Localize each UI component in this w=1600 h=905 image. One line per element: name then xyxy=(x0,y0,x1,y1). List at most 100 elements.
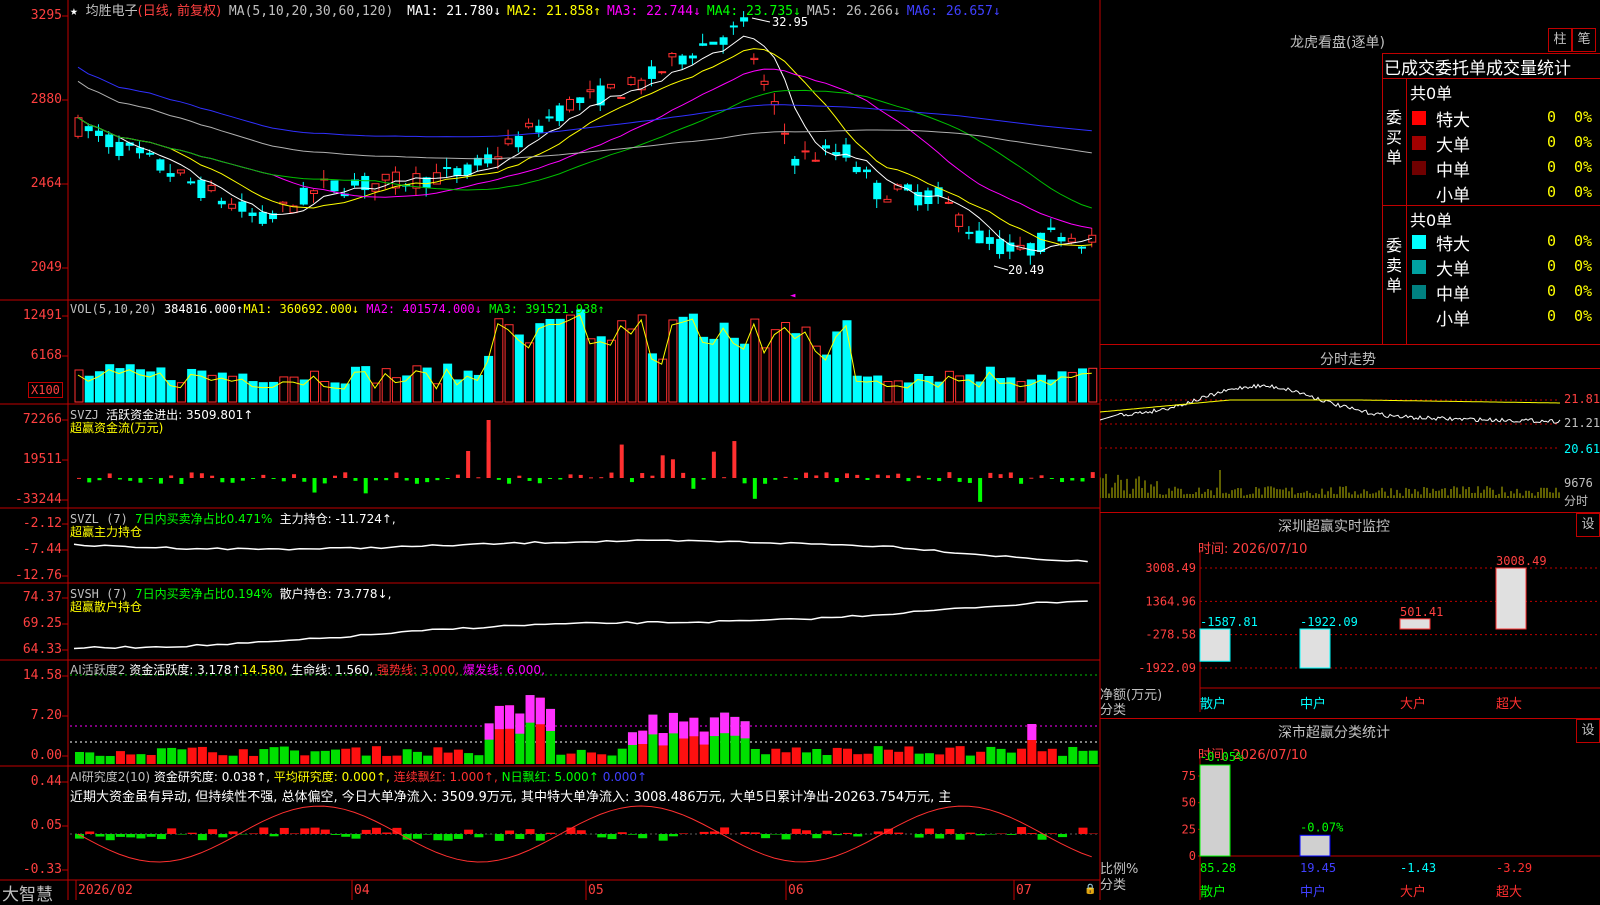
svzj-bar xyxy=(292,474,296,478)
ai-active-bar xyxy=(208,752,217,764)
ai-active-bar xyxy=(300,755,309,764)
svzj-axis-label: 19511 xyxy=(0,452,62,467)
sz-axis-label: -1922.09 xyxy=(1138,661,1196,675)
research-axis-label: 0.44 xyxy=(0,774,62,789)
svzj-bar xyxy=(906,478,910,481)
lock-icon[interactable]: 🔒 xyxy=(1084,884,1096,895)
svzj-bar xyxy=(282,478,286,481)
dragon-tiger-title: 龙虎看盘(逐单) xyxy=(1290,32,1385,52)
candle-body xyxy=(607,84,614,88)
brand-logo[interactable]: 大智慧 xyxy=(2,880,53,905)
order-count: 0 xyxy=(1536,133,1556,151)
candle-body xyxy=(782,133,789,134)
volume-bar xyxy=(792,334,800,402)
bar-mode-button[interactable]: 柱 xyxy=(1548,28,1572,52)
buy-total: 共0单 xyxy=(1410,80,1452,104)
svzj-bar xyxy=(763,478,767,484)
pen-mode-button[interactable]: 笔 xyxy=(1572,28,1596,52)
candle-body xyxy=(853,167,860,171)
candle-body xyxy=(833,153,840,155)
ai-active-peak-bar xyxy=(659,733,668,745)
tab-divider xyxy=(1382,78,1600,79)
svzj-axis-label: 72266 xyxy=(0,412,62,427)
svzj-bar xyxy=(1070,478,1074,480)
candle-body xyxy=(249,213,256,215)
volume-bar xyxy=(618,321,626,402)
order-pct: 0% xyxy=(1574,232,1592,250)
candle-body xyxy=(802,151,809,152)
research-bar xyxy=(515,834,524,839)
order-color-swatch xyxy=(1412,285,1426,299)
vol-ma3: MA3: 391521.938↑ xyxy=(489,302,605,316)
sz-value-label: -1922.09 xyxy=(1300,615,1358,629)
candle-body xyxy=(75,118,82,137)
ai-active-bar xyxy=(884,750,893,764)
ai-active-bar xyxy=(126,754,135,764)
candle-body xyxy=(464,165,471,175)
ai-active-bar xyxy=(966,756,975,764)
order-color-swatch xyxy=(1412,186,1426,200)
intraday-chart[interactable] xyxy=(1100,368,1600,512)
vol-title: VOL(5,10,20) xyxy=(70,302,157,316)
svzj-bar xyxy=(620,445,624,478)
ma-label: MA(5,10,20,30,60,120) xyxy=(229,4,393,19)
vol-axis-label: 12491 xyxy=(0,308,62,323)
volume-bar xyxy=(884,381,892,402)
svzj-bar xyxy=(927,478,931,479)
order-color-swatch xyxy=(1412,111,1426,125)
research-bar xyxy=(597,834,606,837)
candle-body xyxy=(208,185,215,190)
volume-bar xyxy=(577,310,585,402)
x-axis-label: 04 xyxy=(354,883,370,898)
sz-net-bar xyxy=(1200,629,1230,661)
ai-active-peak-bar xyxy=(741,721,750,738)
research-bar xyxy=(259,827,268,834)
star-icon[interactable]: ★ xyxy=(70,4,78,19)
volume-bar xyxy=(311,371,319,402)
research-bar xyxy=(372,828,381,834)
svzl-line xyxy=(74,540,1088,562)
svzj-bar xyxy=(548,478,552,479)
research-bar xyxy=(413,834,422,839)
ai-active-bar xyxy=(556,755,565,764)
svzj-bar xyxy=(671,459,675,478)
ai-active-axis-label: 14.58 xyxy=(0,668,62,683)
ai-active-bar xyxy=(454,750,463,764)
volume-bar xyxy=(239,374,247,402)
low-marker-line xyxy=(994,266,1008,270)
svzj-bar xyxy=(753,478,757,499)
ai-active-bar xyxy=(1038,751,1047,764)
intraday-title: 分时走势 xyxy=(1320,349,1376,369)
research-bar xyxy=(270,834,279,836)
svzl-ratio: 7日内买卖净占比0.471% xyxy=(135,512,272,526)
sz-axis-label: 1364.96 xyxy=(1145,594,1196,608)
ai-active-bar xyxy=(1079,751,1088,764)
volume-bar xyxy=(331,383,339,402)
order-color-swatch xyxy=(1412,136,1426,150)
ai-active-bar xyxy=(1017,749,1026,764)
period-label[interactable]: (日线, 前复权) xyxy=(138,4,221,19)
svzj-bar xyxy=(650,476,654,478)
life-line-label: 生命线: 1.560, xyxy=(291,663,373,677)
intraday-price-label: 20.61 xyxy=(1564,442,1600,456)
svzj-bar xyxy=(702,478,706,480)
ai-active-bar xyxy=(331,750,340,764)
order-size-label: 中单 xyxy=(1436,156,1470,181)
research-bar xyxy=(218,834,227,837)
volume-bar xyxy=(75,370,83,402)
research-bar xyxy=(792,829,801,834)
research-bar xyxy=(679,833,688,834)
dragon-tiger-tab[interactable]: 已成交委托单成交量统计 xyxy=(1384,54,1571,79)
research-bar xyxy=(1007,834,1016,835)
research-bar xyxy=(188,833,197,834)
volume-bar xyxy=(485,356,493,402)
svzj-bar xyxy=(845,473,849,478)
order-pct: 0% xyxy=(1574,282,1592,300)
svzj-bar xyxy=(425,478,429,482)
candle-body xyxy=(884,199,891,202)
svzj-bar xyxy=(1019,478,1023,484)
svzj-bar xyxy=(732,441,736,478)
order-count: 0 xyxy=(1536,232,1556,250)
svzl-value: 主力持仓: -11.724↑, xyxy=(280,512,396,526)
ai-active-bar xyxy=(433,747,442,764)
